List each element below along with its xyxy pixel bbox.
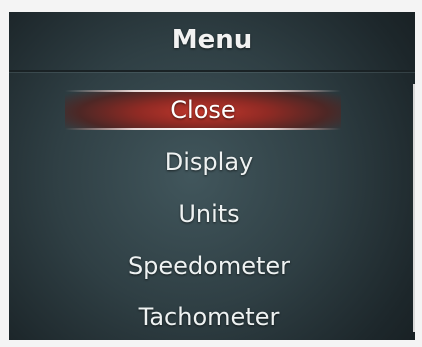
menu-item-label: Units <box>178 200 240 228</box>
menu-item-tachometer[interactable]: Tachometer <box>69 297 349 337</box>
menu-item-display[interactable]: Display <box>69 142 349 182</box>
display-bezel: Menu Close Display Units Speedometer Tac… <box>9 12 415 340</box>
menu-item-label: Close <box>170 96 236 124</box>
menu-screen: Menu Close Display Units Speedometer Tac… <box>9 12 415 340</box>
menu-list: Close Display Units Speedometer Tachomet… <box>9 12 415 340</box>
selection-bottom-line <box>65 128 341 130</box>
menu-item-units[interactable]: Units <box>69 194 349 234</box>
menu-item-speedometer[interactable]: Speedometer <box>69 246 349 286</box>
scrollbar[interactable] <box>413 84 415 332</box>
menu-item-label: Tachometer <box>138 303 280 331</box>
menu-item-close[interactable]: Close <box>65 90 341 130</box>
selection-top-line <box>65 90 341 92</box>
menu-item-label: Display <box>164 148 254 176</box>
menu-item-label: Speedometer <box>127 252 291 280</box>
